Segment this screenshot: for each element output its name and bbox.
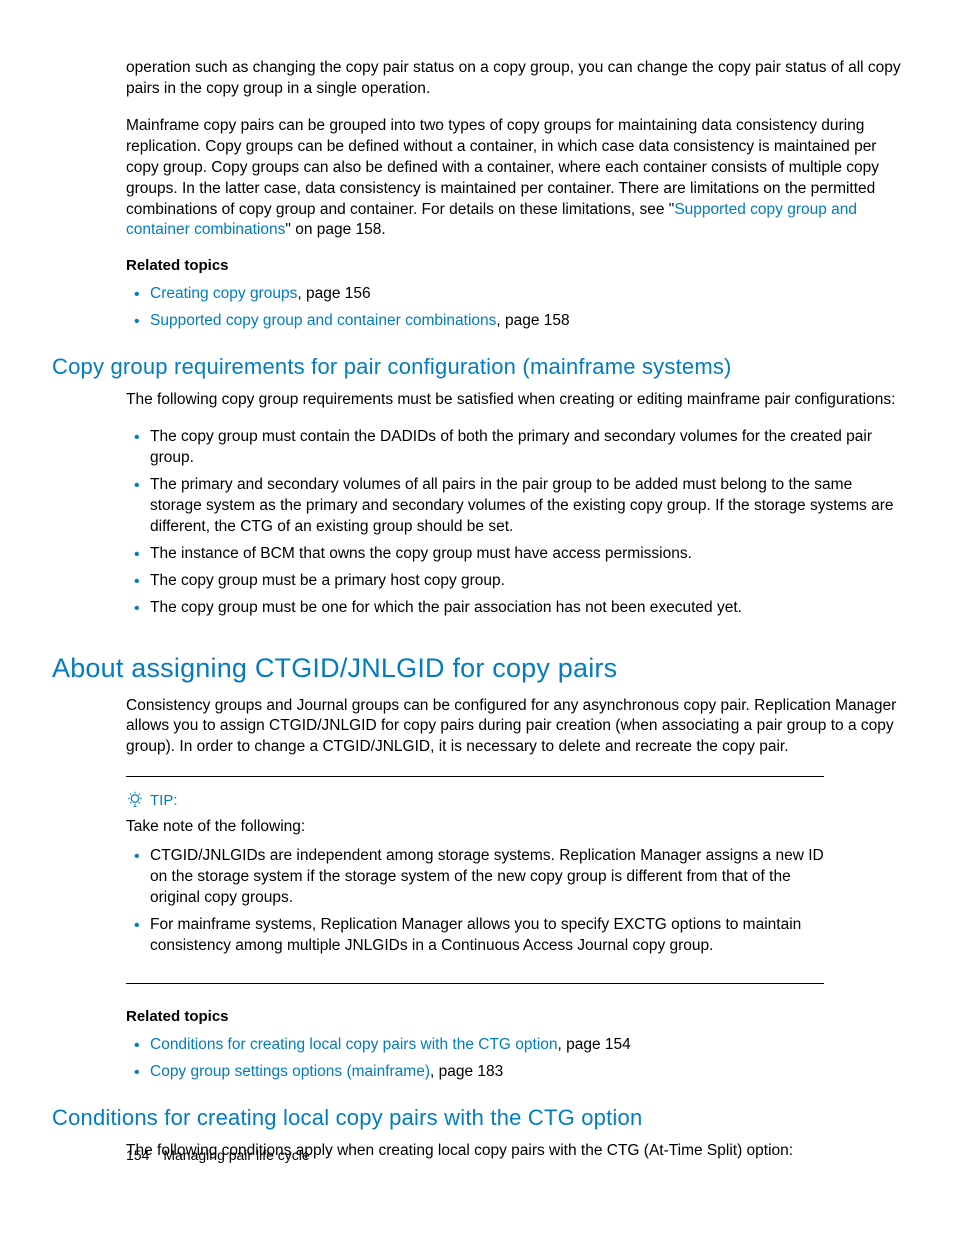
section1-bullet-list: The copy group must contain the DADIDs o… bbox=[126, 427, 904, 618]
link-suffix: , page 154 bbox=[558, 1036, 631, 1053]
page-footer: 154 Managing pair life cycle bbox=[126, 1147, 310, 1163]
list-item: For mainframe systems, Replication Manag… bbox=[150, 915, 824, 957]
list-item: Creating copy groups, page 156 bbox=[150, 284, 904, 305]
section2-intro: Consistency groups and Journal groups ca… bbox=[126, 696, 904, 759]
link-conditions-ctg[interactable]: Conditions for creating local copy pairs… bbox=[150, 1036, 558, 1053]
tip-intro: Take note of the following: bbox=[126, 817, 824, 838]
related-topics-list-2: Conditions for creating local copy pairs… bbox=[126, 1035, 904, 1083]
list-item: The primary and secondary volumes of all… bbox=[150, 475, 904, 538]
tip-block: TIP: Take note of the following: CTGID/J… bbox=[126, 776, 824, 984]
tip-bullet-list: CTGID/JNLGIDs are independent among stor… bbox=[126, 846, 824, 957]
list-item: Supported copy group and container combi… bbox=[150, 311, 904, 332]
link-suffix: , page 183 bbox=[430, 1063, 503, 1080]
intro-paragraph-2: Mainframe copy pairs can be grouped into… bbox=[126, 116, 904, 242]
related-topics-heading-2: Related topics bbox=[126, 1008, 904, 1025]
chapter-title: Managing pair life cycle bbox=[163, 1147, 309, 1163]
link-suffix: , page 158 bbox=[496, 312, 569, 329]
list-item: The copy group must be a primary host co… bbox=[150, 571, 904, 592]
intro-p2-text-b: " on page 158. bbox=[285, 221, 385, 238]
related-topics-heading-1: Related topics bbox=[126, 257, 904, 274]
link-creating-copy-groups[interactable]: Creating copy groups bbox=[150, 285, 297, 302]
link-suffix: , page 156 bbox=[297, 285, 370, 302]
link-supported-combinations-2[interactable]: Supported copy group and container combi… bbox=[150, 312, 496, 329]
list-item: CTGID/JNLGIDs are independent among stor… bbox=[150, 846, 824, 909]
list-item: Copy group settings options (mainframe),… bbox=[150, 1062, 904, 1083]
heading-copy-group-requirements: Copy group requirements for pair configu… bbox=[52, 354, 904, 380]
list-item: Conditions for creating local copy pairs… bbox=[150, 1035, 904, 1056]
heading-about-assigning-ctgid: About assigning CTGID/JNLGID for copy pa… bbox=[52, 653, 904, 684]
tip-header: TIP: bbox=[126, 791, 824, 809]
list-item: The copy group must contain the DADIDs o… bbox=[150, 427, 904, 469]
list-item: The instance of BCM that owns the copy g… bbox=[150, 544, 904, 565]
page-number: 154 bbox=[126, 1147, 149, 1163]
related-topics-list-1: Creating copy groups, page 156 Supported… bbox=[126, 284, 904, 332]
link-copy-group-settings-mainframe[interactable]: Copy group settings options (mainframe) bbox=[150, 1063, 430, 1080]
list-item: The copy group must be one for which the… bbox=[150, 598, 904, 619]
heading-conditions-ctg: Conditions for creating local copy pairs… bbox=[52, 1105, 904, 1131]
lightbulb-icon bbox=[126, 791, 144, 809]
tip-label: TIP: bbox=[150, 792, 178, 809]
section1-intro: The following copy group requirements mu… bbox=[126, 390, 904, 411]
intro-paragraph-1: operation such as changing the copy pair… bbox=[126, 58, 904, 100]
